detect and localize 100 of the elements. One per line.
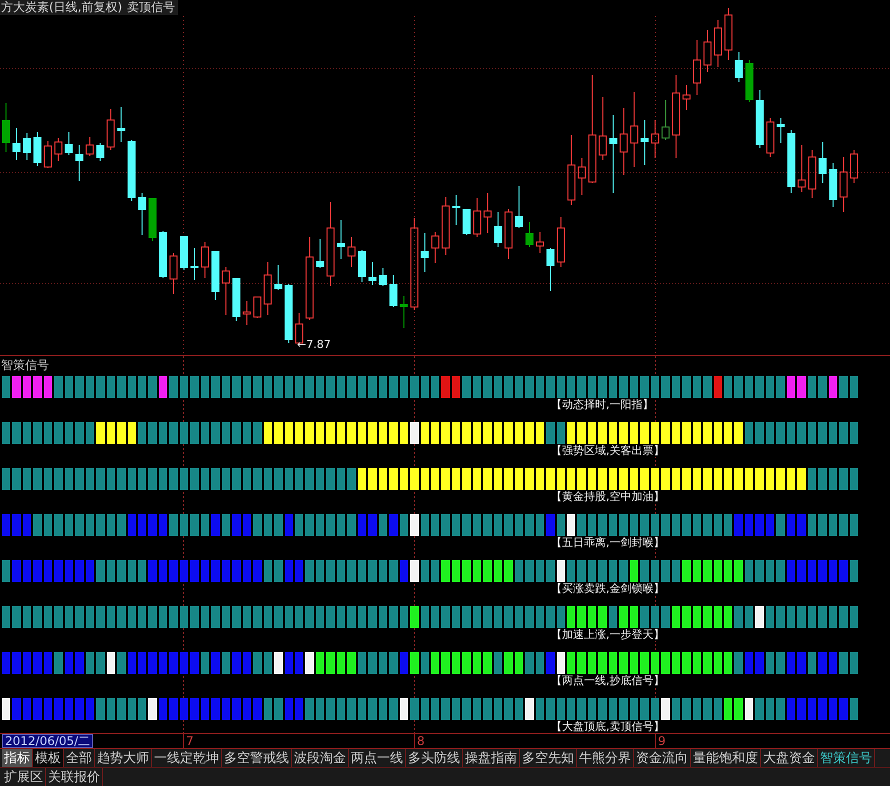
signal-candle [148,198,157,242]
indicator-tab[interactable]: 趋势大师 [95,749,152,767]
signal-candle [745,60,754,102]
rising-candle [798,144,806,192]
falling-candle [138,192,146,236]
indicator-tab[interactable]: 大盘资金 [761,749,818,767]
indicator-tab[interactable]: 智策信号 [818,749,875,767]
falling-candle [211,250,220,300]
rising-candle [536,232,544,254]
indicator-name: 卖顶信号 [127,0,176,15]
rising-candle [693,40,702,96]
falling-candle [180,236,188,270]
rising-candle [484,192,492,234]
rising-candle [473,198,482,238]
falling-candle [117,106,126,142]
indicator-tab[interactable]: 两点一线 [349,749,406,767]
falling-candle [734,52,743,82]
rising-candle [54,138,62,162]
rising-candle [242,300,251,326]
indicator-tab[interactable]: 全部 [64,749,95,767]
mode-tab[interactable]: 指标 [2,749,33,767]
rising-candle [714,20,722,68]
rising-candle [682,84,691,110]
mode-tab[interactable]: 模板 [33,749,64,767]
rising-candle [840,156,848,212]
falling-candle [515,186,524,228]
signal-candle [526,222,534,248]
falling-candle [640,120,649,166]
falling-candle [494,212,502,248]
axis-tick-label: 9 [655,734,666,748]
indicator-tab[interactable]: 多空先知 [520,749,577,767]
falling-candle [159,230,168,278]
falling-candle [452,194,460,226]
rising-candle [766,118,774,158]
indicator-tab[interactable]: 多头防线 [406,749,463,767]
rising-candle [724,8,732,60]
panel-tab[interactable]: 关联报价 [46,768,103,786]
falling-candle [787,130,796,194]
signal-candle [662,100,670,140]
price-low-label: ←7.87 [297,338,331,351]
rising-candle [598,96,607,160]
falling-candle [420,232,429,272]
rising-candle [651,120,660,158]
falling-candle [190,248,198,280]
rising-candle [850,150,858,184]
falling-candle [33,132,42,166]
falling-candle [284,284,293,344]
falling-candle [337,220,346,260]
falling-candle [22,132,31,160]
panel-tab[interactable]: 扩展区 [2,768,46,786]
indicator-tab[interactable]: 量能饱和度 [691,749,761,767]
falling-candle [756,90,764,148]
rising-candle [578,158,586,196]
stock-title: 方大炭素(日线,前复权) [1,0,122,15]
cursor-date: 2012/06/05/二 [2,734,94,748]
falling-candle [546,248,554,292]
rising-candle [704,30,712,72]
falling-candle [462,208,471,236]
rising-candle [106,108,115,150]
falling-candle [776,118,785,144]
falling-candle [818,142,827,184]
signal-candle [2,102,10,152]
falling-candle [274,264,282,290]
rising-candle [620,108,628,176]
rising-candle [556,216,565,268]
falling-candle [368,262,376,286]
rising-candle [253,296,262,318]
falling-candle [128,140,136,202]
falling-candle [378,268,387,286]
rising-candle [222,266,230,316]
rising-candle [808,150,816,198]
axis-tick-label: 7 [183,734,194,748]
falling-candle [12,128,20,160]
rising-candle [44,140,52,168]
rising-candle [348,236,356,268]
indicator-tab[interactable]: 资金流向 [634,749,691,767]
rising-candle [431,232,440,264]
axis-tick-label: 8 [414,734,425,748]
rising-candle [442,196,450,256]
rising-candle [567,134,576,206]
indicator-tab[interactable]: 波段淘金 [292,749,349,767]
falling-candle [829,162,838,208]
indicator-tab[interactable]: 多空警戒线 [222,749,292,767]
falling-candle [389,274,398,308]
rising-candle [86,136,94,156]
rising-candle [170,252,178,294]
falling-candle [232,278,240,322]
indicator-tab[interactable]: 一线定乾坤 [152,749,222,767]
panel-title: 智策信号 [1,358,49,372]
falling-candle [96,142,104,162]
falling-candle [358,250,366,282]
signal-candle [400,296,408,328]
rising-candle [504,208,513,260]
rising-candle [200,242,209,278]
rising-candle [264,262,272,316]
indicator-tab[interactable]: 牛熊分界 [577,749,634,767]
falling-candle [64,132,73,156]
falling-candle [316,238,324,268]
indicator-tab[interactable]: 操盘指南 [463,749,520,767]
falling-candle [75,144,84,182]
